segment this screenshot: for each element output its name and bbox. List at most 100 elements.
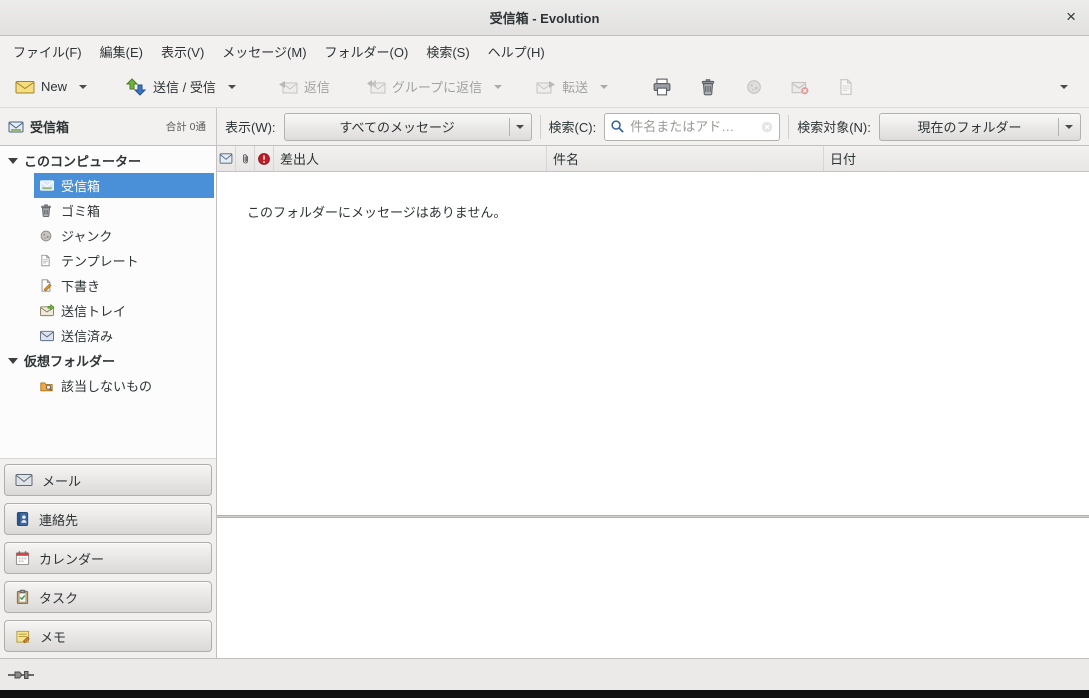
message-list-header: 差出人 件名 日付 — [217, 146, 1089, 172]
menu-help[interactable]: ヘルプ(H) — [479, 37, 554, 66]
expander-icon[interactable] — [8, 358, 18, 364]
contacts-icon — [15, 511, 30, 527]
switcher-calendar[interactable]: カレンダー — [4, 542, 212, 574]
folder-label: 受信箱 — [61, 176, 100, 195]
folder-outbox[interactable]: 送信トレイ — [0, 298, 216, 323]
send-receive-button[interactable]: 送信 / 受信 — [118, 71, 223, 102]
folder-label: 送信トレイ — [61, 301, 126, 320]
search-scope-value: 現在のフォルダー — [887, 117, 1052, 136]
switcher-mail[interactable]: メール — [4, 464, 212, 496]
not-junk-button[interactable] — [785, 72, 815, 102]
folder-unmatched[interactable]: 該当しないもの — [0, 373, 216, 398]
group-reply-dropdown[interactable] — [489, 79, 507, 95]
tree-group-search-folders[interactable]: 仮想フォルダー — [0, 348, 216, 373]
close-icon[interactable]: × — [1066, 8, 1076, 25]
view-switcher: メール 連絡先 カレンダー — [0, 458, 216, 658]
expander-icon[interactable] — [8, 158, 18, 164]
draft-icon — [39, 278, 56, 293]
folder-inbox[interactable]: 受信箱 — [0, 173, 216, 198]
folder-label: ジャンク — [61, 226, 112, 245]
switcher-contacts[interactable]: 連絡先 — [4, 503, 212, 535]
search-icon — [610, 119, 625, 134]
menu-search[interactable]: 検索(S) — [417, 37, 478, 66]
search-input[interactable] — [630, 119, 755, 134]
folder-label: 送信済み — [61, 326, 113, 345]
group-label: 仮想フォルダー — [24, 351, 115, 370]
menu-message[interactable]: メッセージ(M) — [213, 37, 315, 66]
column-subject[interactable]: 件名 — [547, 146, 824, 171]
inbox-icon — [8, 120, 24, 134]
switcher-memos[interactable]: メモ — [4, 620, 212, 652]
filterbar: 受信箱 合計 0通 表示(W): すべてのメッセージ 検索(C): — [0, 108, 1089, 146]
column-status[interactable] — [217, 146, 236, 171]
send-receive-dropdown[interactable] — [223, 79, 241, 95]
show-filter-value: すべてのメッセージ — [292, 117, 503, 136]
junk-button[interactable] — [739, 72, 769, 102]
new-message-button[interactable]: New — [8, 73, 74, 101]
message-area: 差出人 件名 日付 このフォルダーにメッセージはありません。 — [217, 146, 1089, 658]
junk-icon — [39, 229, 56, 243]
column-subject-label: 件名 — [553, 149, 579, 168]
search-box — [604, 113, 780, 141]
forward-dropdown[interactable] — [595, 79, 613, 95]
menu-view[interactable]: 表示(V) — [152, 37, 213, 66]
send-receive-icon — [125, 78, 147, 96]
group-label: このコンピューター — [24, 151, 141, 170]
scope-label: 検索対象(N): — [797, 117, 871, 136]
delete-button[interactable] — [693, 72, 723, 102]
column-date[interactable]: 日付 — [824, 146, 1089, 171]
reply-button[interactable]: 返信 — [271, 71, 337, 102]
menu-edit[interactable]: 編集(E) — [91, 37, 152, 66]
toolbar-overflow-dropdown[interactable] — [1055, 79, 1073, 95]
column-from-label: 差出人 — [280, 149, 319, 168]
switcher-tasks[interactable]: タスク — [4, 581, 212, 613]
folder-label: テンプレート — [61, 251, 139, 270]
search-folder-icon — [39, 379, 56, 393]
statusbar — [0, 658, 1089, 690]
new-mail-icon — [15, 79, 35, 95]
inbox-icon — [39, 179, 56, 192]
not-junk-icon — [791, 78, 809, 96]
menu-file[interactable]: ファイル(F) — [4, 37, 91, 66]
column-attachment[interactable] — [236, 146, 255, 171]
filter-controls: 表示(W): すべてのメッセージ 検索(C): 検索対象(N): 現在のフォ — [217, 108, 1089, 145]
message-list[interactable]: このフォルダーにメッセージはありません。 — [217, 172, 1089, 515]
switcher-label: メール — [42, 471, 81, 490]
forward-label: 転送 — [562, 77, 588, 96]
column-from[interactable]: 差出人 — [274, 146, 547, 171]
folder-junk[interactable]: ジャンク — [0, 223, 216, 248]
forward-button[interactable]: 転送 — [529, 71, 595, 102]
current-folder-name: 受信箱 — [30, 117, 69, 136]
column-date-label: 日付 — [830, 149, 856, 168]
chevron-down-icon — [1065, 125, 1073, 129]
folder-label: 下書き — [61, 276, 100, 295]
evolution-window: 受信箱 - Evolution × ファイル(F) 編集(E) 表示(V) メッ… — [0, 0, 1089, 698]
new-message-dropdown[interactable] — [74, 79, 92, 95]
switcher-label: 連絡先 — [39, 510, 78, 529]
online-status-icon[interactable] — [8, 669, 34, 681]
print-button[interactable] — [647, 72, 677, 102]
switcher-label: メモ — [40, 627, 66, 646]
reply-label: 返信 — [304, 77, 330, 96]
search-label: 検索(C): — [549, 117, 597, 136]
paperclip-icon — [239, 152, 252, 166]
show-filter-dropdown[interactable]: すべてのメッセージ — [284, 113, 532, 141]
folder-trash[interactable]: ゴミ箱 — [0, 198, 216, 223]
folder-drafts[interactable]: 下書き — [0, 273, 216, 298]
save-message-button[interactable] — [831, 72, 861, 102]
clear-search-icon[interactable] — [760, 120, 774, 134]
print-icon — [653, 78, 671, 96]
outbox-icon — [39, 304, 56, 317]
group-reply-button[interactable]: グループに返信 — [359, 71, 489, 102]
folder-templates[interactable]: テンプレート — [0, 248, 216, 273]
search-scope-dropdown[interactable]: 現在のフォルダー — [879, 113, 1081, 141]
tree-group-this-computer[interactable]: このコンピューター — [0, 148, 216, 173]
folder-sent[interactable]: 送信済み — [0, 323, 216, 348]
junk-icon — [745, 78, 763, 96]
switcher-label: タスク — [39, 588, 78, 607]
reply-icon — [278, 79, 298, 95]
menu-folder[interactable]: フォルダー(O) — [316, 37, 418, 66]
document-icon — [39, 253, 56, 268]
column-priority[interactable] — [255, 146, 274, 171]
folder-tree: このコンピューター 受信箱 ゴミ箱 — [0, 146, 216, 458]
